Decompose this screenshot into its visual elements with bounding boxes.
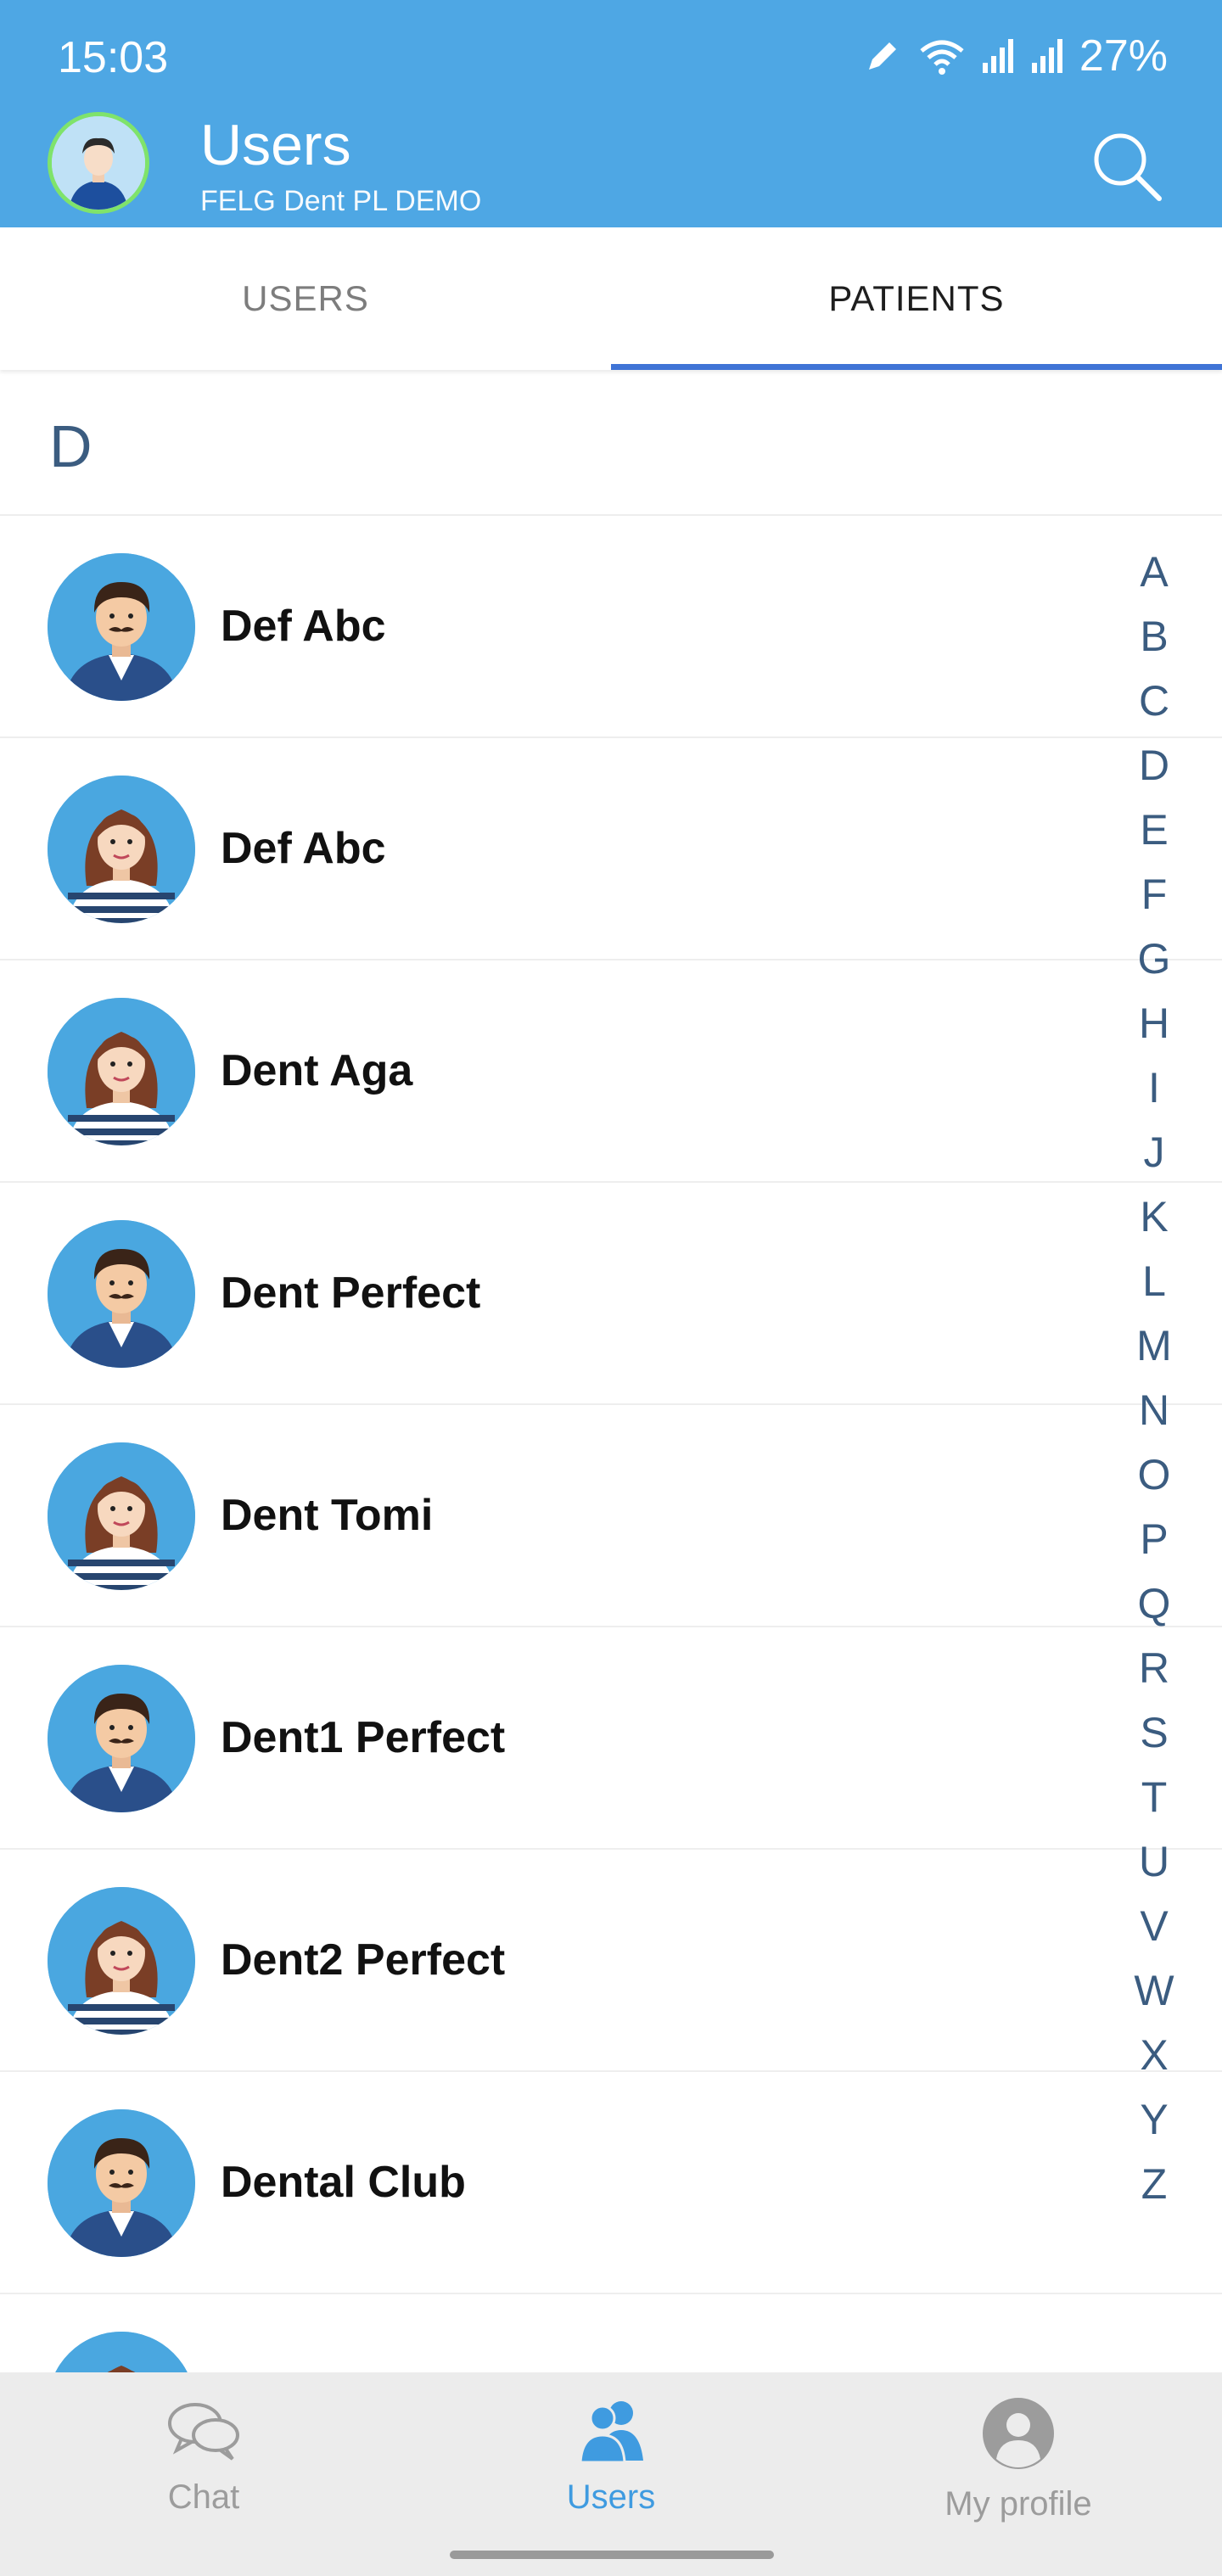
nav-chat[interactable]: Chat bbox=[0, 2372, 407, 2576]
index-letter-d[interactable]: D bbox=[1139, 733, 1169, 798]
tab-users[interactable]: USERS bbox=[0, 227, 611, 370]
active-tab-indicator bbox=[611, 364, 1222, 370]
patient-row[interactable] bbox=[0, 2294, 1222, 2372]
tab-bar: USERS PATIENTS bbox=[0, 227, 1222, 370]
female-avatar bbox=[48, 1442, 195, 1590]
index-letter-o[interactable]: O bbox=[1138, 1442, 1171, 1507]
wifi-icon bbox=[918, 36, 966, 76]
signal-icon bbox=[981, 36, 1015, 76]
index-letter-w[interactable]: W bbox=[1134, 1958, 1174, 2023]
female-avatar bbox=[48, 2332, 195, 2372]
index-letter-z[interactable]: Z bbox=[1141, 2152, 1168, 2216]
tab-label: USERS bbox=[242, 278, 369, 318]
index-letter-m[interactable]: M bbox=[1136, 1313, 1172, 1378]
female-avatar bbox=[48, 776, 195, 923]
page-title: Users bbox=[200, 113, 351, 177]
tab-label: PATIENTS bbox=[828, 278, 1005, 318]
bottom-navigation: Chat Users My profile bbox=[0, 2372, 1222, 2576]
index-letter-s[interactable]: S bbox=[1140, 1700, 1168, 1765]
patient-row[interactable]: Dent1 Perfect bbox=[0, 1627, 1222, 1850]
index-letter-x[interactable]: X bbox=[1140, 2023, 1168, 2087]
index-letter-j[interactable]: J bbox=[1144, 1120, 1165, 1184]
nav-label: Chat bbox=[167, 2478, 240, 2516]
patient-name: Dent Aga bbox=[221, 1046, 413, 1095]
section-letter: D bbox=[49, 413, 92, 479]
patient-row[interactable]: Dent Perfect bbox=[0, 1183, 1222, 1405]
patient-name: Def Abc bbox=[221, 602, 386, 651]
index-letter-e[interactable]: E bbox=[1140, 798, 1168, 862]
patient-name: Dent2 Perfect bbox=[221, 1935, 506, 1985]
nav-label: Users bbox=[566, 2478, 656, 2516]
index-letter-v[interactable]: V bbox=[1140, 1894, 1168, 1958]
patient-name: Dental Club bbox=[221, 2158, 466, 2207]
patient-name: Dent Perfect bbox=[221, 1268, 481, 1318]
index-letter-b[interactable]: B bbox=[1140, 604, 1168, 669]
index-letter-f[interactable]: F bbox=[1141, 862, 1168, 927]
male-avatar bbox=[48, 2109, 195, 2257]
index-letter-t[interactable]: T bbox=[1141, 1765, 1168, 1829]
nav-my-profile[interactable]: My profile bbox=[815, 2372, 1222, 2576]
search-icon[interactable] bbox=[1086, 126, 1168, 207]
index-letter-a[interactable]: A bbox=[1140, 540, 1168, 604]
battery-level: 27% bbox=[1079, 31, 1168, 81]
patient-name: Dent1 Perfect bbox=[221, 1713, 506, 1762]
patient-name: Dent Tomi bbox=[221, 1491, 434, 1540]
current-user-avatar[interactable] bbox=[48, 112, 149, 214]
patient-row[interactable]: Dent2 Perfect bbox=[0, 1850, 1222, 2072]
index-letter-p[interactable]: P bbox=[1140, 1507, 1168, 1571]
patient-row[interactable]: Dent Tomi bbox=[0, 1405, 1222, 1627]
status-icons: 27% bbox=[862, 31, 1168, 81]
index-letter-h[interactable]: H bbox=[1139, 991, 1169, 1056]
section-header: D bbox=[0, 370, 1222, 516]
chat-icon bbox=[163, 2396, 244, 2468]
patient-name: Def Abc bbox=[221, 824, 386, 873]
female-avatar bbox=[48, 1887, 195, 2035]
index-letter-l[interactable]: L bbox=[1142, 1249, 1166, 1313]
patient-row[interactable]: Dental Club bbox=[0, 2072, 1222, 2294]
index-letter-r[interactable]: R bbox=[1139, 1636, 1169, 1700]
male-avatar bbox=[48, 553, 195, 701]
app-bar: 15:03 27% Users FELG Dent PL DEMO bbox=[0, 0, 1222, 227]
male-avatar bbox=[48, 1665, 195, 1812]
status-time: 15:03 bbox=[58, 33, 169, 82]
profile-icon bbox=[978, 2396, 1059, 2475]
alphabet-index[interactable]: ABCDEFGHIJKLMNOPQRSTUVWXYZ bbox=[1112, 540, 1197, 2216]
pen-icon bbox=[862, 36, 903, 76]
signal-icon bbox=[1030, 36, 1064, 76]
index-letter-i[interactable]: I bbox=[1148, 1056, 1160, 1120]
index-letter-n[interactable]: N bbox=[1139, 1378, 1169, 1442]
home-indicator[interactable] bbox=[450, 2551, 774, 2559]
tab-patients[interactable]: PATIENTS bbox=[611, 227, 1222, 370]
patient-row[interactable]: Dent Aga bbox=[0, 960, 1222, 1183]
index-letter-k[interactable]: K bbox=[1140, 1184, 1168, 1249]
index-letter-c[interactable]: C bbox=[1139, 669, 1169, 733]
nav-label: My profile bbox=[945, 2485, 1092, 2523]
index-letter-y[interactable]: Y bbox=[1140, 2087, 1168, 2152]
patient-row[interactable]: Def Abc bbox=[0, 738, 1222, 960]
index-letter-u[interactable]: U bbox=[1139, 1829, 1169, 1894]
page-subtitle: FELG Dent PL DEMO bbox=[200, 185, 482, 217]
users-icon bbox=[570, 2396, 652, 2468]
index-letter-g[interactable]: G bbox=[1138, 927, 1171, 991]
patient-row[interactable]: Def Abc bbox=[0, 516, 1222, 738]
male-avatar bbox=[48, 1220, 195, 1368]
index-letter-q[interactable]: Q bbox=[1138, 1571, 1171, 1636]
female-avatar bbox=[48, 998, 195, 1145]
patient-list[interactable]: Def Abc Def Abc Dent Aga Dent Perfect Dent T… bbox=[0, 516, 1222, 2372]
nav-users[interactable]: Users bbox=[407, 2372, 815, 2576]
